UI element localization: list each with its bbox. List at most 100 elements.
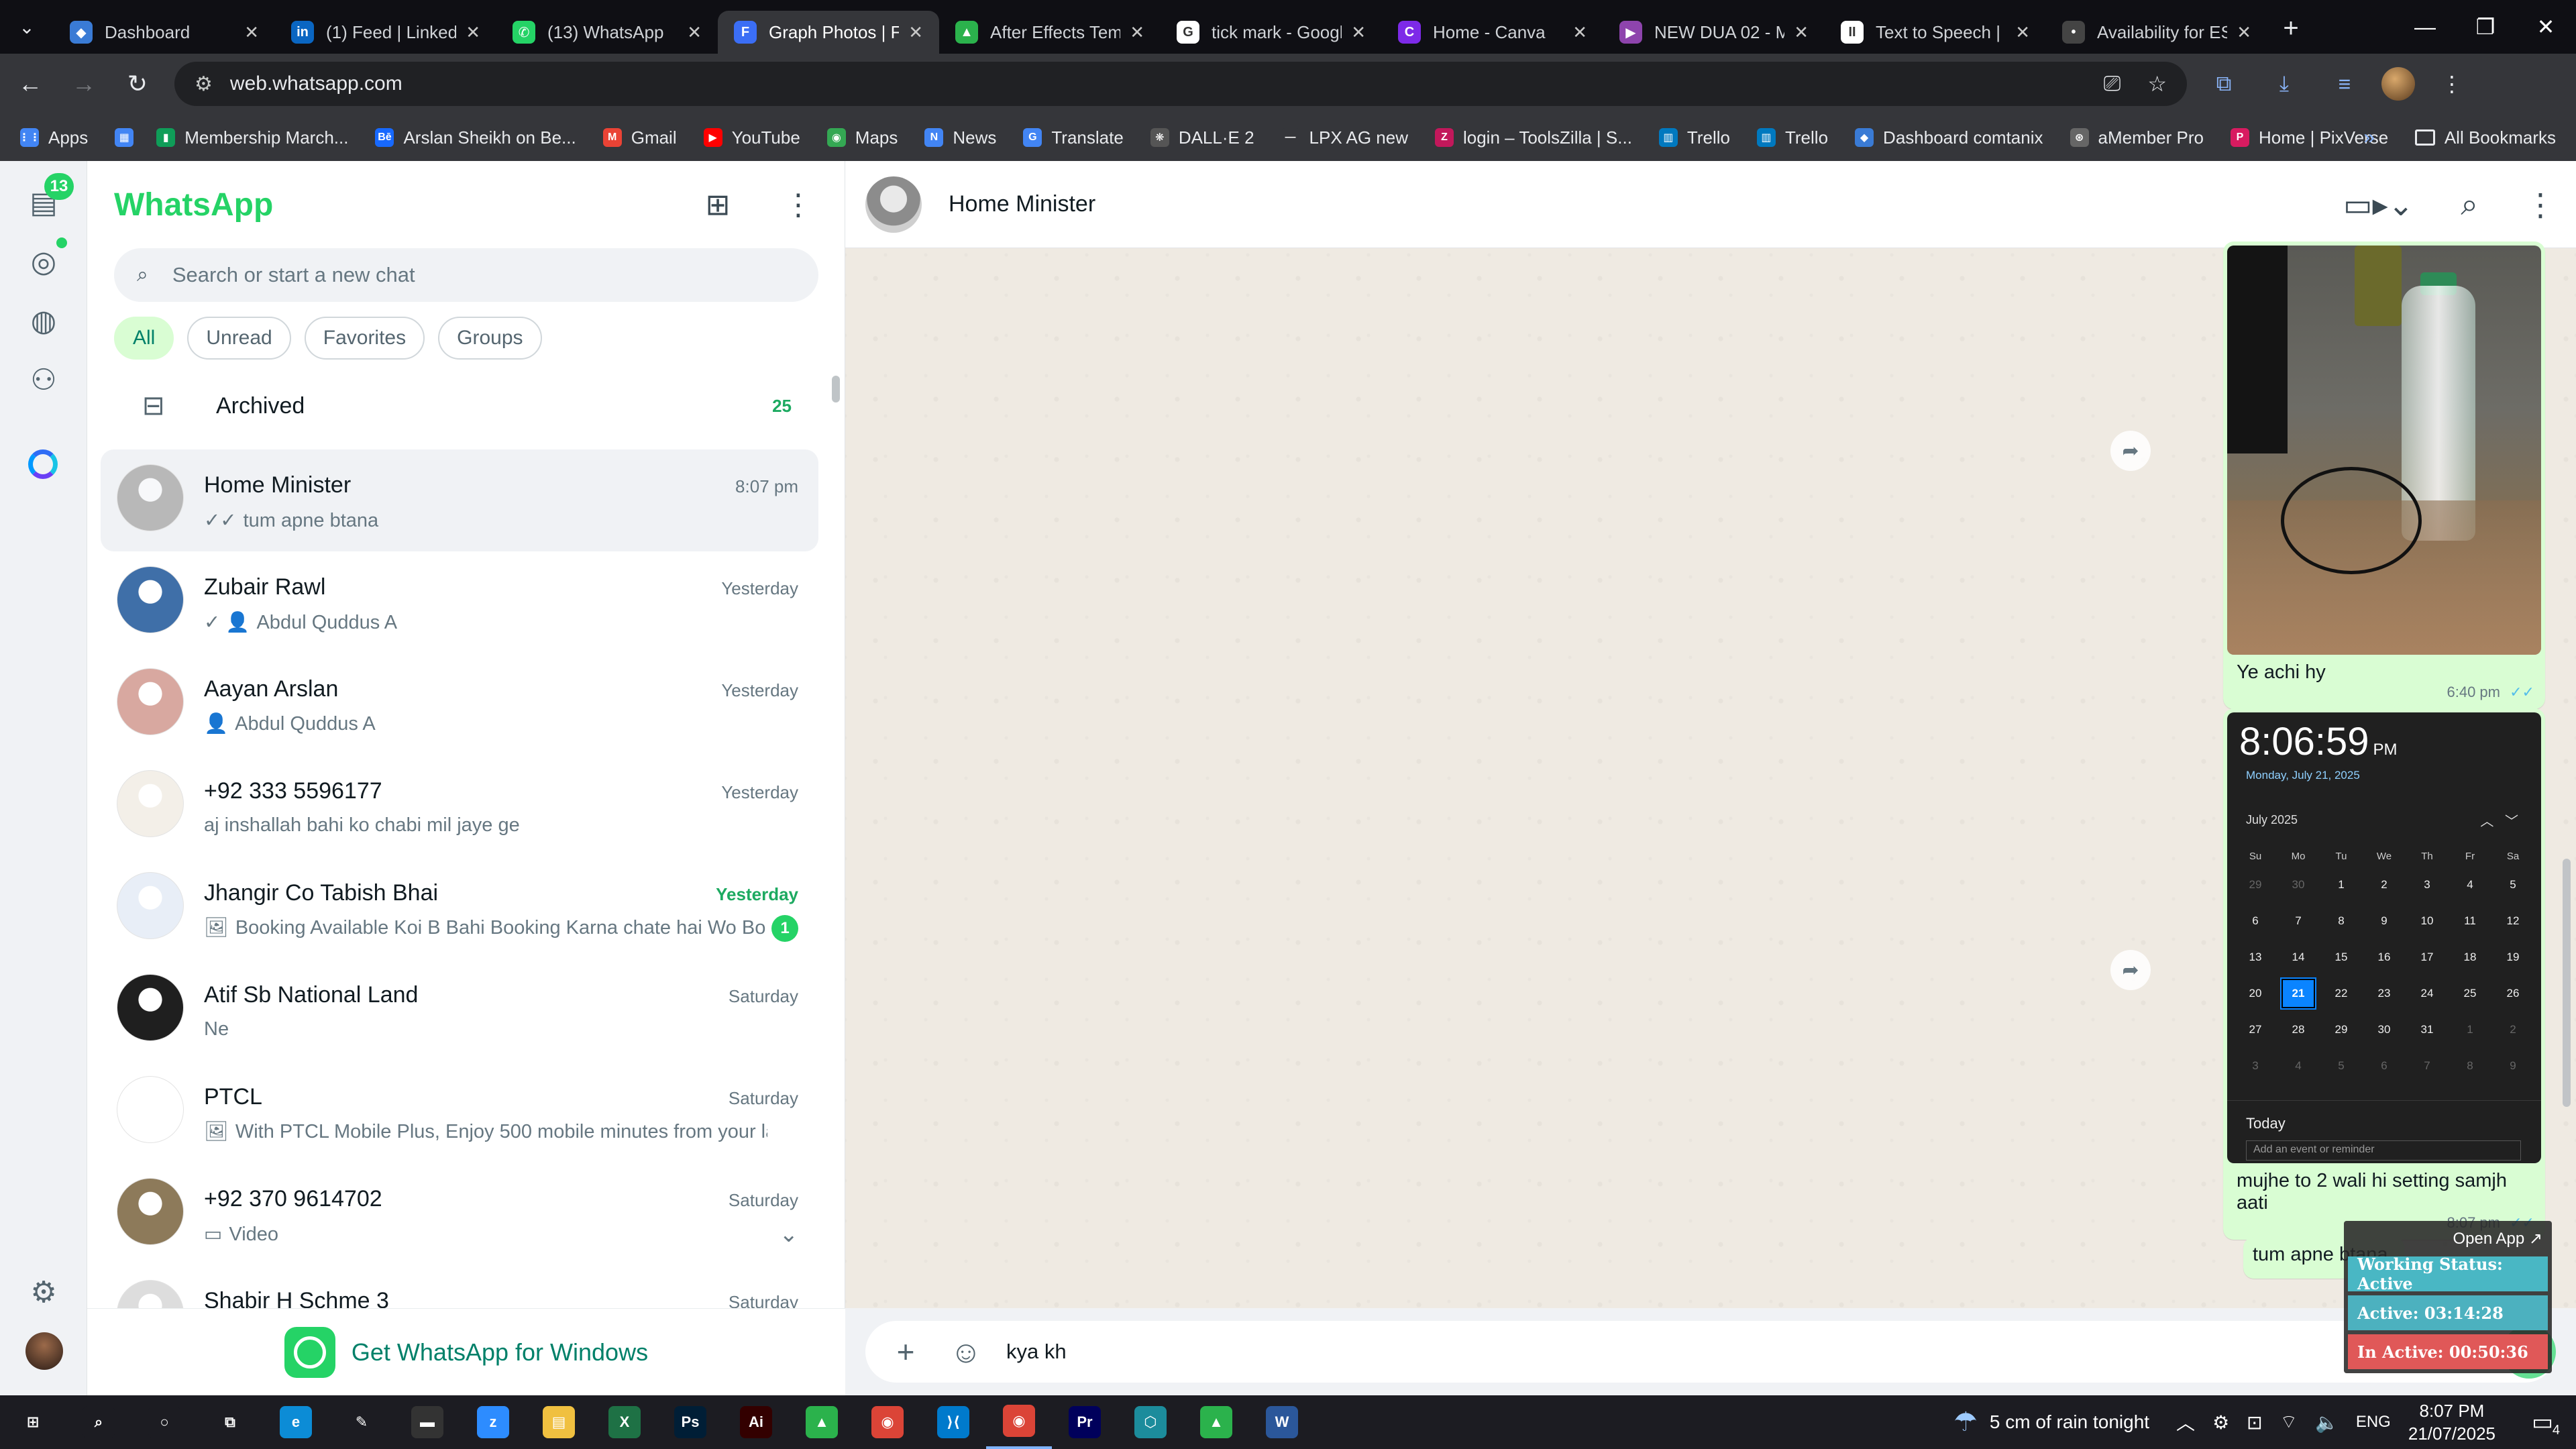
bookmark-item[interactable]: ▥ Trello xyxy=(1658,127,1730,148)
sidebar-scrollbar[interactable] xyxy=(832,376,840,402)
restore-icon[interactable]: ❐ xyxy=(2455,0,2516,54)
bookmark-item[interactable]: ⋮⋮ Apps xyxy=(19,127,88,148)
filter-favorites[interactable]: Favorites xyxy=(304,317,425,360)
bookmark-item[interactable]: ◆ Dashboard comtanix xyxy=(1855,127,2043,148)
bookmark-item[interactable]: ▶ YouTube xyxy=(703,127,800,148)
taskbar-windows-start-icon[interactable]: ⊞ xyxy=(0,1395,66,1449)
filter-unread[interactable]: Unread xyxy=(187,317,291,360)
tab-close-icon[interactable]: ✕ xyxy=(466,22,480,43)
open-app-link[interactable]: Open App ↗ xyxy=(2348,1225,2548,1252)
close-window-icon[interactable]: ✕ xyxy=(2516,0,2576,54)
conversation-scrollbar[interactable] xyxy=(2563,859,2571,1107)
taskbar-zoom-icon[interactable]: z xyxy=(460,1395,526,1449)
taskbar-cortana-icon[interactable]: ○ xyxy=(131,1395,197,1449)
browser-tab[interactable]: ▶ NEW DUA 02 - M ✕ xyxy=(1603,11,1825,54)
chat-list-item[interactable]: Jhangir Co Tabish Bhai Yesterday 🖼 Booking … xyxy=(101,857,818,959)
profile-avatar[interactable] xyxy=(25,1332,63,1370)
photo-desk-bottle[interactable] xyxy=(2227,246,2541,655)
conversation-menu-icon[interactable]: ⋮ xyxy=(2525,186,2556,223)
browser-tab[interactable]: C Home - Canva ✕ xyxy=(1382,11,1603,54)
profile-avatar[interactable] xyxy=(2381,67,2415,101)
network-settings-icon[interactable]: ⚙ xyxy=(2212,1411,2229,1434)
bookmark-item[interactable]: ⊛ aMember Pro xyxy=(2070,127,2204,148)
browser-tab[interactable]: Gtick mark - Google ✕ xyxy=(1161,11,1382,54)
hotspot-icon[interactable]: ⊡ xyxy=(2247,1411,2262,1434)
chevron-down-icon[interactable]: ⌄ xyxy=(780,1221,799,1248)
calendar-screenshot[interactable]: 8:06:59 PM Monday, July 21, 2025 July 202… xyxy=(2227,712,2541,1163)
volume-icon[interactable]: 🔈 xyxy=(2315,1411,2339,1434)
image-message[interactable]: Ye achi hy 6:40 pm ✓✓ xyxy=(2223,241,2545,709)
status-icon[interactable]: ◎ xyxy=(23,241,64,282)
filter-groups[interactable]: Groups xyxy=(438,317,542,360)
bookmark-item[interactable]: Zlogin – ToolsZilla | S... xyxy=(1434,127,1632,148)
tab-close-icon[interactable]: ✕ xyxy=(244,22,259,43)
more-bookmarks-icon[interactable]: » xyxy=(2363,114,2375,161)
minimize-icon[interactable]: — xyxy=(2395,0,2455,54)
tab-close-icon[interactable]: ✕ xyxy=(1572,22,1587,43)
taskbar-excel-icon[interactable]: X xyxy=(592,1395,657,1449)
contact-avatar[interactable] xyxy=(865,176,922,233)
taskbar-hex-app-icon[interactable]: ⬡ xyxy=(1118,1395,1183,1449)
browser-tab[interactable]: • Availability for ES ✕ xyxy=(2046,11,2267,54)
chat-list-item[interactable]: Zubair Rawl Yesterday ✓ 👤 Abdul Quddus A xyxy=(101,551,818,653)
bookmark-item[interactable]: ▥ Trello xyxy=(1756,127,1828,148)
communities-icon[interactable]: ⚇ xyxy=(23,360,64,400)
taskbar-premiere-icon[interactable]: Pr xyxy=(1052,1395,1118,1449)
bookmark-item[interactable]: G Translate xyxy=(1023,127,1124,148)
bookmark-star-icon[interactable]: ☆ xyxy=(2147,71,2167,97)
chat-list-item[interactable]: +92 333 5596177 Yesterday aj inshallah bah… xyxy=(101,755,818,857)
video-call-icon[interactable]: ▭▸⌄ xyxy=(2343,186,2414,223)
bookmark-item[interactable]: ◉ Maps xyxy=(826,127,898,148)
browser-tab[interactable]: II Text to Speech | E ✕ xyxy=(1825,11,2046,54)
taskbar-clock[interactable]: 8:07 PM 21/07/2025 xyxy=(2408,1399,2496,1445)
taskbar-illustrator-icon[interactable]: Ai xyxy=(723,1395,789,1449)
back-arrow-icon[interactable]: ← xyxy=(7,60,54,107)
forward-icon[interactable]: ➦ xyxy=(2110,431,2151,471)
menu-dots-icon[interactable]: ⋮ xyxy=(778,188,818,222)
browser-tab[interactable]: ✆ (13) WhatsApp ✕ xyxy=(496,11,718,54)
tab-close-icon[interactable]: ✕ xyxy=(2237,22,2251,43)
address-bar[interactable]: ⚙ web.whatsapp.com ⎚ ☆ xyxy=(174,62,2187,106)
forward-arrow-icon[interactable]: → xyxy=(60,60,107,107)
extensions-icon[interactable]: ⧉ xyxy=(2200,60,2247,107)
forward-icon[interactable]: ➦ xyxy=(2110,950,2151,990)
browser-menu-icon[interactable]: ⋮ xyxy=(2428,60,2475,107)
browser-tab[interactable]: F Graph Photos | Fr ✕ xyxy=(718,11,939,54)
taskbar-edge-icon[interactable]: e xyxy=(263,1395,329,1449)
tab-close-icon[interactable]: ✕ xyxy=(1794,22,1809,43)
bookmark-item[interactable]: ❋ DALL·E 2 xyxy=(1150,127,1254,148)
settings-gear-icon[interactable]: ⚙ xyxy=(23,1272,64,1312)
bookmark-item[interactable]: M Gmail xyxy=(602,127,677,148)
input-language[interactable]: ENG xyxy=(2356,1413,2391,1432)
taskbar-word-icon[interactable]: W xyxy=(1249,1395,1315,1449)
new-chat-icon[interactable]: ⊞ xyxy=(698,188,738,222)
taskbar-photoshop-icon[interactable]: Ps xyxy=(657,1395,723,1449)
taskbar-task-view-icon[interactable]: ⧉ xyxy=(197,1395,263,1449)
message-input[interactable] xyxy=(1006,1340,2348,1364)
taskbar-vscode-icon[interactable]: ⟩⟨ xyxy=(920,1395,986,1449)
chat-list-item[interactable]: Home Minister 8:07 pm ✓✓ tum apne btana xyxy=(101,449,818,551)
attach-plus-icon[interactable]: + xyxy=(885,1334,926,1370)
bookmark-item[interactable]: ▮ Membership March... xyxy=(156,127,348,148)
chat-list-item[interactable]: Aayan Arslan Yesterday 👤 Abdul Quddus A xyxy=(101,653,818,755)
get-whatsapp-windows-banner[interactable]: Get WhatsApp for Windows xyxy=(87,1308,845,1395)
weather-widget[interactable]: ☂ 5 cm of rain tonight xyxy=(1953,1407,2149,1438)
taskbar-chrome-active-icon[interactable]: ◉ xyxy=(986,1395,1052,1449)
reload-icon[interactable]: ↻ xyxy=(114,60,161,107)
tab-close-icon[interactable]: ✕ xyxy=(1351,22,1366,43)
meta-ai-icon[interactable] xyxy=(28,449,58,479)
channels-icon[interactable]: ◍ xyxy=(23,301,64,341)
media-controls-icon[interactable]: ≡ xyxy=(2321,60,2368,107)
chat-list-item[interactable]: Atif Sb National Land Saturday Ne xyxy=(101,959,818,1061)
taskbar-explorer-icon[interactable]: ▤ xyxy=(526,1395,592,1449)
bookmark-item[interactable]: ▦ xyxy=(115,127,143,148)
wifi-icon[interactable]: ⌔ xyxy=(2280,1411,2298,1434)
browser-tab[interactable]: in (1) Feed | LinkedIn ✕ xyxy=(275,11,496,54)
chat-list-item[interactable]: PTCL Saturday 🖼 With PTCL Mobile Plus, Enjo… xyxy=(101,1061,818,1163)
taskbar-chrome-icon[interactable]: ◉ xyxy=(855,1395,920,1449)
taskbar-green-app-2-icon[interactable]: ▲ xyxy=(1183,1395,1249,1449)
tab-close-icon[interactable]: ✕ xyxy=(908,22,923,43)
bookmark-item[interactable]: Bē Arslan Sheikh on Be... xyxy=(375,127,576,148)
chat-list-item[interactable]: +92 370 9614702 Saturday ▭ Video ⌄ xyxy=(101,1163,818,1265)
bookmark-item[interactable]: N News xyxy=(924,127,996,148)
